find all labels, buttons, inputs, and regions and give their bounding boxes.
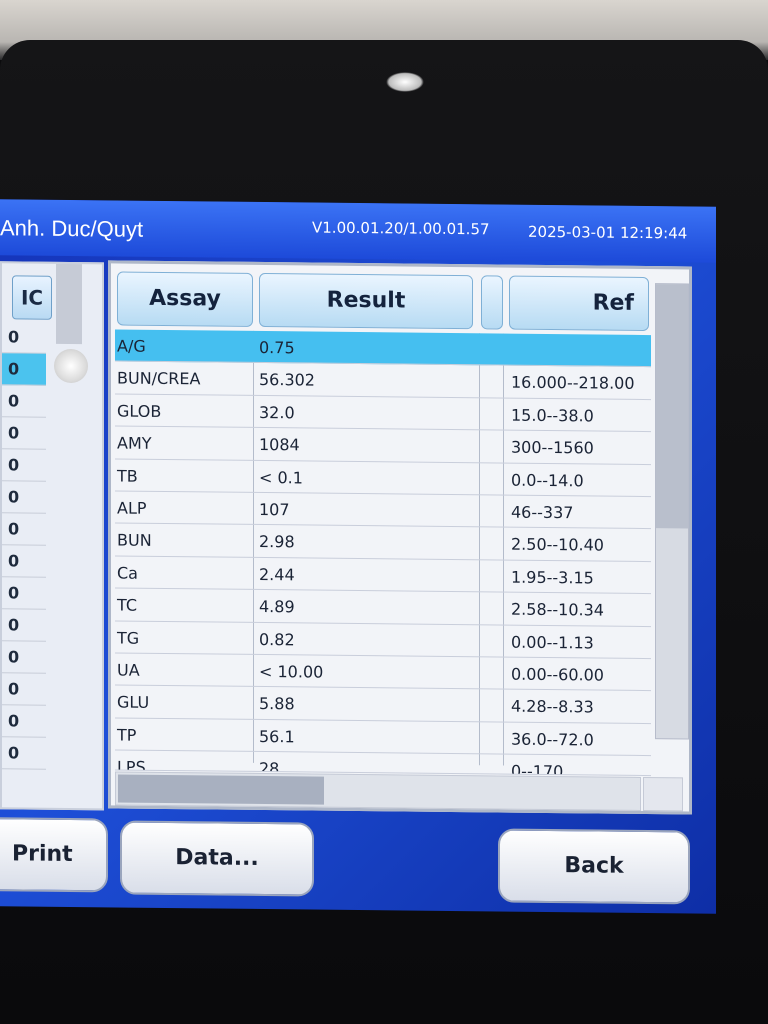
left-row[interactable]: 0 <box>2 449 46 482</box>
ref-cell: 300--1560 <box>511 437 594 458</box>
ref-cell: 0.00--60.00 <box>511 664 604 685</box>
result-cell: 5.88 <box>259 694 295 714</box>
left-row[interactable]: 0 <box>2 481 46 514</box>
assay-cell: TG <box>117 627 140 648</box>
scroll-knob-icon[interactable] <box>54 348 88 384</box>
ref-cell: 16.000--218.00 <box>511 372 635 394</box>
result-cell: 0.75 <box>259 337 295 358</box>
assay-cell: TB <box>117 466 138 486</box>
ref-cell: 15.0--38.0 <box>511 405 594 426</box>
back-button[interactable]: Back <box>498 828 690 905</box>
result-cell: < 10.00 <box>259 661 324 682</box>
column-header-result[interactable]: Result <box>259 272 473 330</box>
horizontal-scroll-thumb[interactable] <box>118 774 324 805</box>
datetime-text: 2025-03-01 12:19:44 <box>528 222 688 243</box>
assay-cell: UA <box>117 660 140 680</box>
left-rows: 0 0 0 0 0 0 0 0 0 0 0 0 0 0 <box>2 321 46 770</box>
left-row-selected[interactable]: 0 <box>2 353 46 386</box>
left-scrollbar[interactable] <box>56 263 82 345</box>
results-rows: A/G 0.75 BUN/CREA 56.302 16.000--218.00 … <box>115 329 651 777</box>
assay-cell: TP <box>117 725 137 745</box>
result-cell: 4.89 <box>259 597 295 617</box>
result-cell: < 0.1 <box>259 467 303 487</box>
result-cell: 56.1 <box>259 726 295 747</box>
ref-cell: 0.0--14.0 <box>511 470 584 490</box>
assay-cell: A/G <box>117 336 146 356</box>
assay-cell: GLOB <box>117 401 162 421</box>
analyzer-screen: Anh. Duc/Quyt V1.00.01.20/1.00.01.57 202… <box>0 199 716 914</box>
ref-cell: 2.50--10.40 <box>511 534 604 555</box>
ref-cell: 1.95--3.15 <box>511 567 594 588</box>
ref-cell: 0--170 <box>511 761 564 777</box>
left-row[interactable]: 0 <box>2 737 46 770</box>
left-row[interactable]: 0 <box>2 513 46 546</box>
result-cell: 2.44 <box>259 564 295 585</box>
left-row[interactable]: 0 <box>2 641 46 674</box>
print-button[interactable]: Print <box>0 816 108 893</box>
title-bar: Anh. Duc/Quyt V1.00.01.20/1.00.01.57 202… <box>0 199 716 263</box>
column-header-assay[interactable]: Assay <box>117 271 253 327</box>
assay-cell: AMY <box>117 433 152 454</box>
ref-cell: 36.0--72.0 <box>511 729 594 750</box>
column-header-ref[interactable]: Ref <box>509 275 649 332</box>
column-header-flag[interactable] <box>481 275 503 330</box>
left-row[interactable]: 0 <box>2 609 46 642</box>
vertical-scrollbar[interactable] <box>655 283 689 740</box>
left-row[interactable]: 0 <box>2 577 46 610</box>
left-row[interactable]: 0 <box>2 321 46 354</box>
result-cell: 0.82 <box>259 629 295 649</box>
column-header-ic[interactable]: IC <box>12 275 52 320</box>
ref-cell: 4.28--8.33 <box>511 696 594 717</box>
left-row[interactable]: 0 <box>2 417 46 450</box>
result-cell: 56.302 <box>259 370 315 390</box>
assay-cell: ALP <box>117 498 147 518</box>
assay-cell: TC <box>117 595 138 615</box>
version-text: V1.00.01.20/1.00.01.57 <box>312 218 490 239</box>
left-row[interactable]: 0 <box>2 545 46 578</box>
result-cell: 1084 <box>259 435 300 455</box>
result-cell: 2.98 <box>259 532 295 552</box>
ref-cell: 46--337 <box>511 502 574 523</box>
left-row[interactable]: 0 <box>2 705 46 738</box>
sample-list-panel: IC 0 0 0 0 0 0 0 0 0 0 0 0 0 0 <box>0 261 104 811</box>
left-row[interactable]: 0 <box>2 673 46 706</box>
ref-cell: 2.58--10.34 <box>511 599 604 620</box>
horizontal-scrollbar[interactable] <box>115 771 641 811</box>
assay-cell: BUN/CREA <box>117 368 201 389</box>
vertical-scroll-thumb[interactable] <box>656 284 688 529</box>
light-glare <box>386 72 424 92</box>
assay-cell: BUN <box>117 530 152 551</box>
result-cell: 32.0 <box>259 402 295 423</box>
data-button[interactable]: Data... <box>120 820 314 897</box>
result-cell: 107 <box>259 499 290 520</box>
scroll-corner <box>643 776 683 812</box>
ref-cell: 0.00--1.13 <box>511 632 594 652</box>
patient-title: Anh. Duc/Quyt <box>0 215 144 242</box>
results-table-panel: Assay Result Ref A/G 0.75 BUN/CREA 56.30… <box>108 260 692 815</box>
left-row[interactable]: 0 <box>2 385 46 418</box>
assay-cell: Ca <box>117 563 138 583</box>
assay-cell: GLU <box>117 692 150 713</box>
